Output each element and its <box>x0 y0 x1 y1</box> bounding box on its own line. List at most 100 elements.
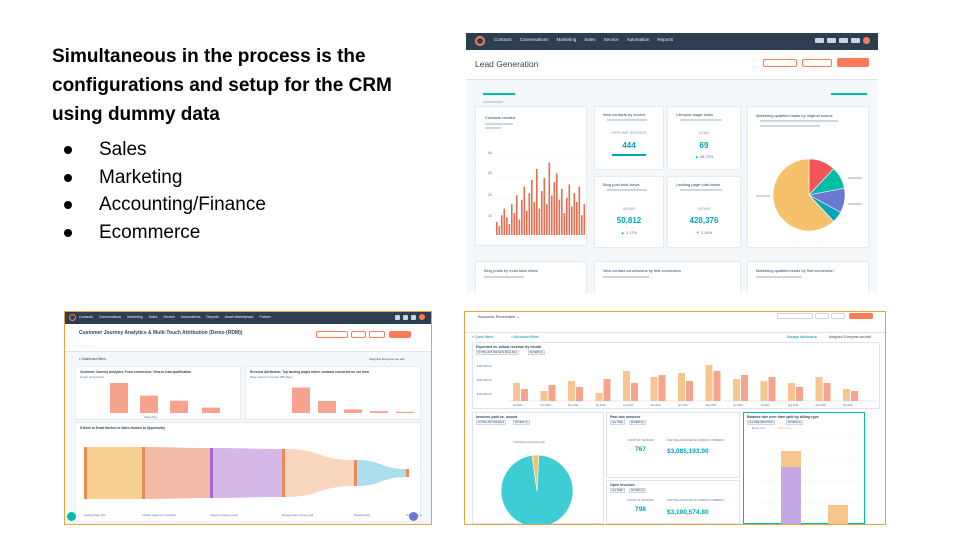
filters-tag[interactable]: FILTERS (1) <box>528 350 546 355</box>
x-axis-label: Stage Tag <box>144 415 157 419</box>
bar <box>496 221 498 235</box>
nurture-sankey-chart: Landing Page Visit Landing page form subm… <box>84 447 422 517</box>
date-range-tag[interactable]: IN THE LAST 365 DAYS <box>476 420 507 425</box>
nav-service[interactable]: Service <box>163 315 175 319</box>
dashboard-header: Customer Journey Analytics & Multi-Touch… <box>65 324 431 352</box>
dashboard-filters[interactable]: ≡ Dashboard filters <box>79 357 106 361</box>
kpi-label: OFFLINE SOURCE <box>611 130 647 135</box>
x-tick-label: Nov 2022 <box>541 404 552 407</box>
new-contacts-card: New contacts by source OFFLINE SOURCE 44… <box>594 106 664 170</box>
card-title: Blog posts by most total views <box>484 268 538 273</box>
chat-button[interactable] <box>67 512 76 521</box>
add-report-button[interactable] <box>849 313 873 319</box>
nav-contacts[interactable]: Contacts <box>79 315 93 319</box>
placeholder-text <box>483 101 503 103</box>
date-range-tag[interactable]: IN THE LAST 365 DAYS (ROLLING) <box>476 350 519 355</box>
help-button[interactable] <box>409 512 418 521</box>
bar <box>531 180 533 235</box>
create-dashboard-button[interactable] <box>316 331 348 338</box>
landing-pages-panel: Revenue Attribution: Top landing pages w… <box>245 366 421 420</box>
card-title: Lifecycle stage totals <box>676 112 714 117</box>
nav-conversations[interactable]: Conversations <box>99 315 121 319</box>
nav-marketing[interactable]: Marketing <box>127 315 142 319</box>
placeholder-text <box>603 276 649 278</box>
kpi-delta: ▲ 45.73% <box>668 154 740 159</box>
bar-recurring[interactable] <box>781 451 801 467</box>
nav-icon[interactable] <box>815 38 824 43</box>
share-button[interactable] <box>351 331 366 338</box>
title-text: Accounts Receivable <box>478 314 516 319</box>
top-nav: Contacts Conversations Marketing Sales S… <box>466 33 878 50</box>
settings-icon[interactable] <box>411 315 416 320</box>
dashboard-title[interactable]: Customer Journey Analytics & Multi-Touch… <box>79 330 242 336</box>
nav-conversations[interactable]: Conversations <box>520 37 549 42</box>
nav-marketing[interactable]: Marketing <box>557 37 577 42</box>
sankey-stage-label: Landing page form submitted <box>142 513 176 517</box>
nav-sales[interactable]: Sales <box>149 315 158 319</box>
landing-pages-bar-chart <box>292 387 414 413</box>
filter-link[interactable] <box>483 93 515 95</box>
bar-actual <box>521 389 528 401</box>
add-report-button[interactable] <box>389 331 411 338</box>
search-icon[interactable] <box>395 315 400 320</box>
create-dashboard-button[interactable] <box>777 313 813 319</box>
y-tick-label: $300,000.00 <box>477 365 492 368</box>
nav-automations[interactable]: Automations <box>181 315 200 319</box>
bar-expected <box>650 377 658 401</box>
actions-button[interactable] <box>369 331 385 338</box>
nav-contacts[interactable]: Contacts <box>494 37 512 42</box>
filters-tag[interactable]: FILTERS (1) <box>513 420 531 425</box>
nav-icon[interactable] <box>827 38 836 43</box>
bar <box>568 184 571 235</box>
balance-bar-chart <box>760 436 862 525</box>
nav-service[interactable]: Service <box>604 37 619 42</box>
bar-expected <box>815 377 823 401</box>
nav-icon[interactable] <box>851 38 860 43</box>
avatar[interactable] <box>863 37 870 44</box>
bar <box>508 224 511 235</box>
bar <box>543 177 546 235</box>
delta-value: 1.17% <box>625 230 638 235</box>
bar <box>498 226 501 235</box>
bar <box>546 204 548 235</box>
avatar[interactable] <box>419 314 425 320</box>
bar <box>292 387 310 413</box>
placeholder-text <box>848 177 862 179</box>
nav-sales[interactable]: Sales <box>584 37 595 42</box>
nav-reports[interactable]: Reports <box>206 315 218 319</box>
bar-expected <box>733 379 740 401</box>
nav-icon[interactable] <box>839 38 848 43</box>
nav-partner[interactable]: Partner <box>260 315 271 319</box>
past-due-panel: Past due invoices ALL TIME FILTERS (1) C… <box>606 412 740 478</box>
panel-title: Invoices paid vs. Issued <box>476 415 518 419</box>
bar-recurring[interactable] <box>828 505 848 525</box>
date-range-tag[interactable]: ALL TIME <box>610 488 625 493</box>
help-icon[interactable] <box>403 315 408 320</box>
quick-filters[interactable]: ≡ Quick filters <box>472 335 493 339</box>
manage-dashboards-link[interactable]: Manage dashboards <box>787 335 817 339</box>
hubspot-logo-icon <box>69 314 76 321</box>
more-options-icon[interactable]: ⋮ <box>869 412 877 420</box>
dashboard-title[interactable]: Accounts Receivable ⌄ <box>478 314 520 319</box>
actions-dropdown-button[interactable] <box>802 59 832 67</box>
date-range-tag[interactable]: ALL TIME <box>610 420 625 425</box>
dashboard-action-button[interactable] <box>763 59 797 67</box>
share-link[interactable] <box>831 93 867 95</box>
bar <box>110 383 128 413</box>
add-report-button[interactable] <box>837 58 869 67</box>
advanced-filters[interactable]: ≡ Advanced filters <box>511 335 539 339</box>
share-button[interactable] <box>815 313 829 319</box>
bar-one-time[interactable] <box>781 467 801 525</box>
nav-reports[interactable]: Reports <box>657 37 673 42</box>
x-tick-label: Jul 2023 <box>761 404 771 407</box>
card-title: Contacts created <box>485 115 516 120</box>
nav-automation[interactable]: Automation <box>627 37 650 42</box>
actions-button[interactable] <box>831 313 845 319</box>
filters-tag[interactable]: FILTERS (1) <box>629 488 647 493</box>
page-header: Lead Generation <box>466 50 878 80</box>
filters-tag[interactable]: FILTERS (1) <box>629 420 647 425</box>
nav-asset-marketplace[interactable]: Asset Marketplace <box>225 315 254 319</box>
bar-actual <box>658 375 666 401</box>
contacts-bar-chart <box>494 154 590 235</box>
filter-label: Advanced filters <box>513 335 539 339</box>
